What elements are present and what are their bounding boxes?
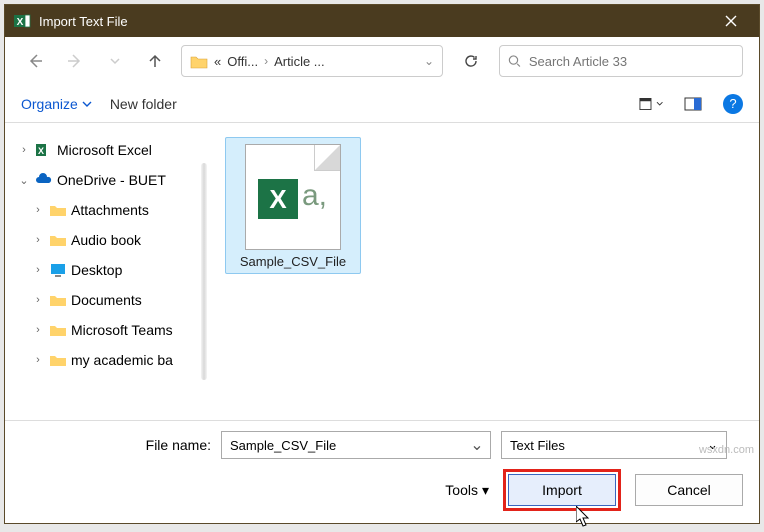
tree-label: Audio book	[71, 232, 141, 248]
folder-icon	[49, 321, 67, 339]
tree-item-attachments[interactable]: › Attachments	[13, 195, 192, 225]
file-thumbnail: X a,	[245, 144, 341, 250]
refresh-button[interactable]	[455, 45, 487, 77]
tree-item-excel[interactable]: › X Microsoft Excel	[13, 135, 192, 165]
folder-icon	[49, 201, 67, 219]
toolbar: Organize New folder ?	[5, 85, 759, 123]
chevron-right-icon: ›	[31, 294, 45, 306]
preview-pane-icon	[684, 97, 702, 111]
search-box[interactable]	[499, 45, 743, 77]
close-icon	[725, 15, 737, 27]
forward-button[interactable]	[61, 47, 89, 75]
caret-down-icon: ▾	[482, 482, 489, 499]
chevron-right-icon: ›	[31, 324, 45, 336]
tree-item-desktop[interactable]: › Desktop	[13, 255, 192, 285]
tree-label: Desktop	[71, 262, 122, 278]
chevron-right-icon: ›	[31, 354, 45, 366]
chevron-down-icon[interactable]: ⌄	[464, 435, 490, 455]
chevron-down-icon	[82, 99, 92, 109]
folder-icon	[190, 52, 208, 70]
excel-app-icon: X	[13, 12, 31, 30]
window-title: Import Text File	[39, 14, 711, 29]
folder-icon	[49, 291, 67, 309]
page-fold-icon	[314, 145, 340, 171]
help-icon: ?	[729, 96, 736, 111]
chevron-down-icon	[109, 55, 121, 67]
excel-glyph-icon: X	[258, 179, 298, 219]
svg-text:X: X	[38, 146, 44, 156]
tree-item-onedrive[interactable]: ⌄ OneDrive - BUET	[13, 165, 192, 195]
recent-button[interactable]	[101, 47, 129, 75]
folder-icon	[49, 351, 67, 369]
folder-icon	[49, 231, 67, 249]
breadcrumb-bar[interactable]: « Offi... › Article ... ⌄	[181, 45, 443, 77]
tree-item-audio[interactable]: › Audio book	[13, 225, 192, 255]
chevron-down-icon	[656, 100, 663, 108]
organize-button[interactable]: Organize	[21, 96, 92, 112]
tree-label: Documents	[71, 292, 142, 308]
chevron-right-icon: ›	[31, 204, 45, 216]
nav-tree: › X Microsoft Excel ⌄ OneDrive - BUET › …	[5, 123, 201, 420]
file-name-label: Sample_CSV_File	[230, 254, 356, 269]
tree-label: Attachments	[71, 202, 149, 218]
tree-item-documents[interactable]: › Documents	[13, 285, 192, 315]
file-name-input[interactable]	[222, 438, 464, 453]
csv-glyph-icon: a,	[302, 179, 327, 213]
tree-label: Microsoft Excel	[57, 142, 152, 158]
back-button[interactable]	[21, 47, 49, 75]
import-text-file-dialog: X Import Text File « Offi... › Article .…	[4, 4, 760, 524]
tools-button[interactable]: Tools ▾	[445, 482, 489, 499]
tree-item-academic[interactable]: › my academic ba	[13, 345, 192, 375]
tree-item-msteams[interactable]: › Microsoft Teams	[13, 315, 192, 345]
file-type-label: Text Files	[510, 438, 707, 453]
search-input[interactable]	[527, 53, 734, 70]
excel-icon: X	[35, 141, 53, 159]
svg-text:X: X	[17, 17, 24, 28]
file-pane[interactable]: X a, Sample_CSV_File	[207, 123, 759, 420]
arrow-right-icon	[67, 53, 83, 69]
import-button[interactable]: Import	[508, 474, 616, 506]
help-button[interactable]: ?	[723, 94, 743, 114]
file-name-combo[interactable]: ⌄	[221, 431, 491, 459]
file-type-combo[interactable]: Text Files ⌄	[501, 431, 727, 459]
crumb-segment-2[interactable]: Article ...	[274, 54, 325, 69]
chevron-down-icon: ⌄	[17, 174, 31, 187]
close-button[interactable]	[711, 7, 751, 35]
highlight-box: Import	[503, 469, 621, 511]
arrow-up-icon	[147, 53, 163, 69]
tree-label: my academic ba	[71, 352, 173, 368]
crumb-segment-1[interactable]: Offi...	[227, 54, 258, 69]
chevron-right-icon: ›	[264, 54, 268, 68]
desktop-icon	[49, 261, 67, 279]
watermark: wsxdn.com	[699, 444, 754, 456]
file-item-selected[interactable]: X a, Sample_CSV_File	[225, 137, 361, 274]
chevron-right-icon: ›	[31, 234, 45, 246]
arrow-left-icon	[27, 53, 43, 69]
search-icon	[508, 54, 521, 68]
onedrive-icon	[35, 171, 53, 189]
nav-row: « Offi... › Article ... ⌄	[5, 37, 759, 85]
view-icon	[639, 97, 656, 111]
tree-label: OneDrive - BUET	[57, 172, 166, 188]
tree-label: Microsoft Teams	[71, 322, 173, 338]
dialog-body: › X Microsoft Excel ⌄ OneDrive - BUET › …	[5, 123, 759, 420]
preview-pane-button[interactable]	[681, 92, 705, 116]
chevron-down-icon[interactable]: ⌄	[424, 54, 434, 68]
refresh-icon	[463, 53, 479, 69]
title-bar: X Import Text File	[5, 5, 759, 37]
cancel-button[interactable]: Cancel	[635, 474, 743, 506]
file-name-label: File name:	[21, 437, 211, 453]
up-button[interactable]	[141, 47, 169, 75]
view-mode-button[interactable]	[639, 92, 663, 116]
chevron-right-icon: ›	[31, 264, 45, 276]
footer: File name: ⌄ Text Files ⌄ Tools ▾ Import…	[5, 420, 759, 523]
chevron-right-icon: ›	[17, 144, 31, 156]
new-folder-button[interactable]: New folder	[110, 96, 177, 112]
crumb-prefix: «	[214, 54, 221, 69]
